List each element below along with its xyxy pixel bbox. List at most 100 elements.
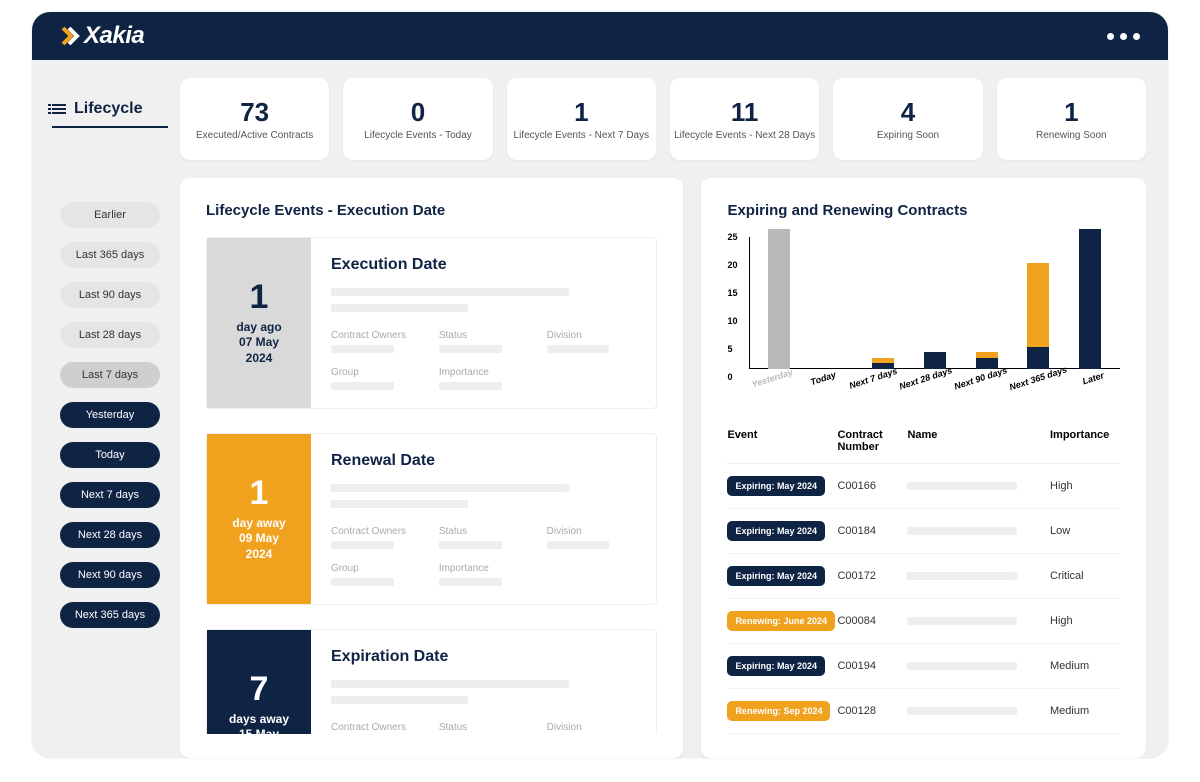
stat-label: Executed/Active Contracts [196, 130, 313, 141]
time-filter-button[interactable]: Next 28 days [60, 522, 160, 548]
event-body: Execution DateContract OwnersStatusDivis… [311, 238, 656, 408]
placeholder-line [547, 345, 610, 353]
expiring-renewing-panel: Expiring and Renewing Contracts 05101520… [701, 178, 1146, 758]
time-filter-button[interactable]: Next 7 days [60, 482, 160, 508]
contract-number: C00172 [837, 570, 907, 582]
page-title: Lifecycle [74, 100, 142, 118]
meta-label: Contract Owners [331, 526, 421, 537]
chart-bar-expiring [1079, 229, 1101, 369]
chart-xlabel: Next 7 days [846, 362, 903, 406]
th-number: Contract Number [837, 429, 907, 453]
chart-column [1012, 237, 1064, 369]
header-bar: Xakia [32, 12, 1168, 60]
event-date-block: 1day away09 May2024 [207, 434, 311, 604]
meta-label: Contract Owners [331, 722, 421, 733]
chart-ytick: 15 [727, 288, 737, 298]
stat-value: 73 [240, 97, 269, 128]
time-filter-button[interactable]: Last 7 days [60, 362, 160, 388]
time-filter-button[interactable]: Earlier [60, 202, 160, 228]
table-row[interactable]: Renewing: Sep 2024C00128Medium [727, 689, 1120, 734]
table-row[interactable]: Expiring: May 2024 C00166 High [727, 464, 1120, 509]
placeholder-line [439, 541, 502, 549]
chart-column [909, 237, 961, 369]
meta-label: Division [547, 526, 637, 537]
stat-card[interactable]: 0Lifecycle Events - Today [343, 78, 492, 160]
chart-column [1064, 237, 1116, 369]
event-relative: days away15 May2024 [229, 712, 289, 734]
event-date-block: 1day ago07 May2024 [207, 238, 311, 408]
placeholder-line [907, 662, 1016, 670]
chart-ytick: 10 [727, 316, 737, 326]
placeholder-line [439, 345, 502, 353]
stat-label: Lifecycle Events - Next 28 Days [674, 130, 815, 141]
event-badge: Expiring: May 2024 [727, 476, 825, 496]
meta-label: Status [439, 722, 529, 733]
stat-card[interactable]: 73 Executed/Active Contracts [180, 78, 329, 160]
time-filter-button[interactable]: Today [60, 442, 160, 468]
time-filter-button[interactable]: Last 90 days [60, 282, 160, 308]
event-heading: Execution Date [331, 256, 636, 274]
event-badge: Expiring: May 2024 [727, 656, 825, 676]
importance-value: High [1050, 480, 1120, 492]
chart-ytick: 20 [727, 260, 737, 270]
table-row[interactable]: Renewing: June 2024C00084 High [727, 599, 1120, 644]
table-row[interactable]: Expiring: May 2024 C00194 Medium [727, 644, 1120, 689]
chart-xlabel: Next 90 days [952, 361, 1014, 407]
importance-value: Medium [1050, 660, 1120, 672]
stat-card[interactable]: 11Lifecycle Events - Next 28 Days [670, 78, 819, 160]
placeholder-line [439, 578, 502, 586]
event-badge: Renewing: June 2024 [727, 611, 835, 631]
lifecycle-event-card[interactable]: 1day ago07 May2024Execution DateContract… [206, 237, 657, 409]
importance-value: Critical [1050, 570, 1120, 582]
th-name: Name [907, 429, 1050, 453]
placeholder-line [907, 527, 1016, 535]
lifecycle-event-card[interactable]: 1day away09 May2024 Renewal Date Contract … [206, 433, 657, 605]
stat-card[interactable]: 4Expiring Soon [833, 78, 982, 160]
contract-number: C00166 [837, 480, 907, 492]
chart-ytick: 5 [727, 344, 732, 354]
meta-label: Importance [439, 367, 529, 378]
time-filter-button[interactable]: Next 90 days [60, 562, 160, 588]
placeholder-line [331, 541, 394, 549]
contract-number: C00084 [837, 615, 907, 627]
contract-number: C00194 [837, 660, 907, 672]
stat-label: Lifecycle Events - Next 7 Days [514, 130, 650, 141]
time-filter-button[interactable]: Last 365 days [60, 242, 160, 268]
chart-xlabel: Next 28 days [896, 361, 958, 407]
event-count: 1 [250, 476, 269, 510]
importance-value: Low [1050, 525, 1120, 537]
table-row[interactable]: Expiring: May 2024C00172Critical [727, 554, 1120, 599]
placeholder-line [331, 500, 468, 508]
lifecycle-event-card[interactable]: 7days away15 May2024Expiration DateContr… [206, 629, 657, 734]
chart-bar-past [768, 229, 790, 369]
meta-label: Group [331, 367, 421, 378]
time-filter-button[interactable]: Next 365 days [60, 602, 160, 628]
stat-value: 1 [1064, 97, 1078, 128]
meta-label: Importance [439, 563, 529, 574]
stat-label: Renewing Soon [1036, 130, 1107, 141]
app-window: Xakia Lifecycle Earlier Last 365 days Last… [32, 12, 1168, 758]
chart-column [857, 237, 909, 369]
time-filter-button[interactable]: Last 28 days [60, 322, 160, 348]
meta-label: Status [439, 526, 529, 537]
chart-xlabel: Later [1066, 362, 1123, 406]
brand-logo[interactable]: Xakia [60, 22, 144, 50]
chart-column [753, 237, 805, 369]
more-menu-icon[interactable] [1107, 33, 1140, 40]
table-row[interactable]: Expiring: May 2024C00184Low [727, 509, 1120, 554]
placeholder-line [331, 345, 394, 353]
meta-label: Division [547, 722, 637, 733]
importance-value: High [1050, 615, 1120, 627]
sidebar: Lifecycle Earlier Last 365 days Last 90 da… [32, 60, 180, 758]
placeholder-line [907, 572, 1016, 580]
brand-name: Xakia [84, 22, 144, 50]
event-heading: Renewal Date [331, 452, 636, 470]
lifecycle-events-panel: Lifecycle Events - Execution Date 1day a… [180, 178, 683, 758]
chart-xlabel: Yesterday [746, 362, 803, 406]
placeholder-line [331, 680, 569, 688]
stat-card[interactable]: 1 Renewing Soon [997, 78, 1146, 160]
time-filter-button[interactable]: Yesterday [60, 402, 160, 428]
event-count: 7 [250, 672, 269, 706]
expiring-renewing-chart: 0510152025 YesterdayTodayNext 7 daysNext… [727, 237, 1120, 399]
stat-card[interactable]: 1Lifecycle Events - Next 7 Days [507, 78, 656, 160]
